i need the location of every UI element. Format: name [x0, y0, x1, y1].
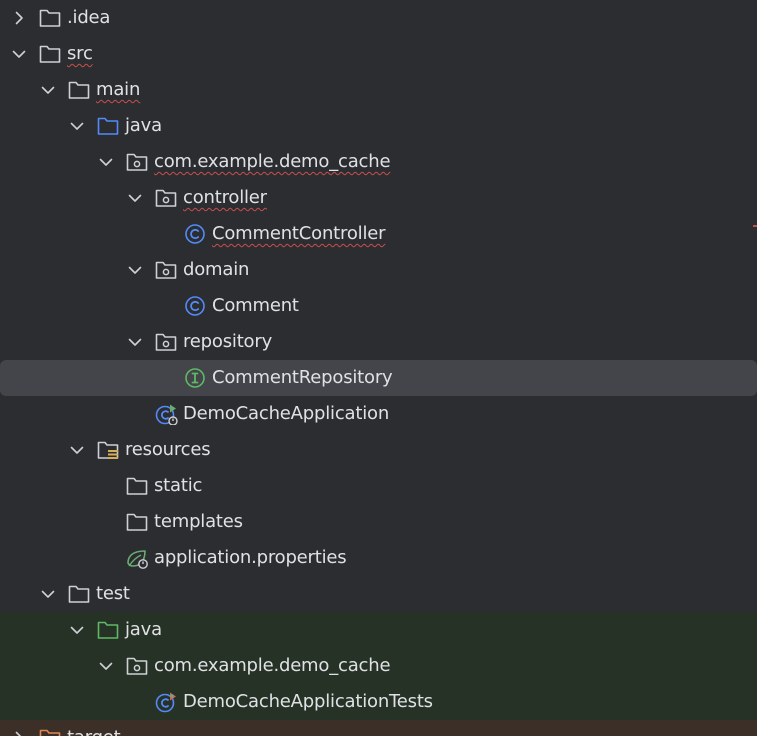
tree-node-comment[interactable]: Comment [0, 288, 757, 324]
chevron-down-icon[interactable] [97, 153, 115, 171]
test-root-folder-icon [97, 621, 119, 639]
tree-node-label: main [96, 79, 141, 100]
tree-node-democacheapplicationtests[interactable]: DemoCacheApplicationTests [0, 684, 757, 720]
package-icon [155, 333, 177, 351]
package-icon [155, 189, 177, 207]
tree-node-label: Comment [212, 295, 299, 316]
spring-boot-class-icon [155, 404, 178, 425]
tree-node-label: resources [125, 439, 211, 460]
package-icon [126, 153, 148, 171]
tree-node-controller[interactable]: controller [0, 180, 757, 216]
spring-boot-test-class-icon [155, 692, 176, 713]
tree-node-com-example-demo-cache[interactable]: com.example.demo_cache [0, 144, 757, 180]
folder-icon [126, 513, 148, 531]
tree-node-label: java [125, 619, 162, 640]
chevron-down-icon[interactable] [126, 333, 144, 351]
folder-icon [39, 45, 61, 63]
tree-node-commentrepository[interactable]: CommentRepository [0, 360, 757, 396]
tree-node-src[interactable]: src [0, 36, 757, 72]
tree-node-label: src [67, 43, 93, 64]
tree-node-application-properties[interactable]: application.properties [0, 540, 757, 576]
class-icon [185, 224, 205, 244]
tree-node-label: DemoCacheApplicationTests [183, 691, 433, 712]
chevron-down-icon[interactable] [68, 117, 86, 135]
tree-node-static[interactable]: static [0, 468, 757, 504]
tree-node-label: target [67, 726, 121, 736]
excluded-folder-icon [39, 729, 61, 736]
tree-node-label: repository [183, 331, 273, 352]
tree-node-repository[interactable]: repository [0, 324, 757, 360]
chevron-down-icon[interactable] [68, 441, 86, 459]
class-icon [185, 296, 205, 316]
interface-icon [185, 368, 205, 388]
resources-folder-icon [97, 441, 119, 459]
spring-properties-icon [127, 550, 148, 569]
chevron-down-icon[interactable] [68, 621, 86, 639]
package-icon [126, 657, 148, 675]
tree-node-label: static [154, 475, 203, 496]
tree-node-label: controller [183, 187, 267, 208]
chevron-down-icon[interactable] [10, 45, 28, 63]
chevron-right-icon[interactable] [10, 9, 28, 27]
tree-node-label: .idea [67, 7, 111, 28]
tree-node-label: application.properties [154, 547, 347, 568]
tree-node-label: com.example.demo_cache [154, 151, 391, 172]
project-tree: .idea src main java com.example.demo_cache co… [0, 0, 757, 736]
tree-node-label: test [96, 583, 130, 604]
tree-node-label: DemoCacheApplication [183, 403, 390, 424]
chevron-down-icon[interactable] [97, 657, 115, 675]
chevron-down-icon[interactable] [126, 261, 144, 279]
tree-node-label: domain [183, 259, 250, 280]
chevron-right-icon[interactable] [10, 729, 28, 736]
tree-node-templates[interactable]: templates [0, 504, 757, 540]
tree-node-main[interactable]: main [0, 72, 757, 108]
tree-node-label: templates [154, 511, 243, 532]
chevron-down-icon[interactable] [39, 585, 57, 603]
tree-node-democacheapplication[interactable]: DemoCacheApplication [0, 396, 757, 432]
tree-node-resources[interactable]: resources [0, 432, 757, 468]
chevron-down-icon[interactable] [126, 189, 144, 207]
tree-node-label: CommentRepository [212, 367, 393, 388]
tree-node-domain[interactable]: domain [0, 252, 757, 288]
tree-node-label: CommentController [212, 223, 386, 244]
tree-node-test[interactable]: test [0, 576, 757, 612]
tree-node-java[interactable]: java [0, 108, 757, 144]
tree-node-target[interactable]: target [0, 720, 757, 736]
tree-node-com-example-demo-cache[interactable]: com.example.demo_cache [0, 648, 757, 684]
folder-icon [39, 9, 61, 27]
tree-node-label: com.example.demo_cache [154, 655, 391, 676]
folder-icon [126, 477, 148, 495]
tree-node--idea[interactable]: .idea [0, 0, 757, 36]
folder-icon [68, 585, 90, 603]
tree-node-commentcontroller[interactable]: CommentController [0, 216, 757, 252]
source-root-folder-icon [97, 117, 119, 135]
tree-node-java[interactable]: java [0, 612, 757, 648]
tree-node-label: java [125, 115, 162, 136]
folder-icon [68, 81, 90, 99]
chevron-down-icon[interactable] [39, 81, 57, 99]
package-icon [155, 261, 177, 279]
